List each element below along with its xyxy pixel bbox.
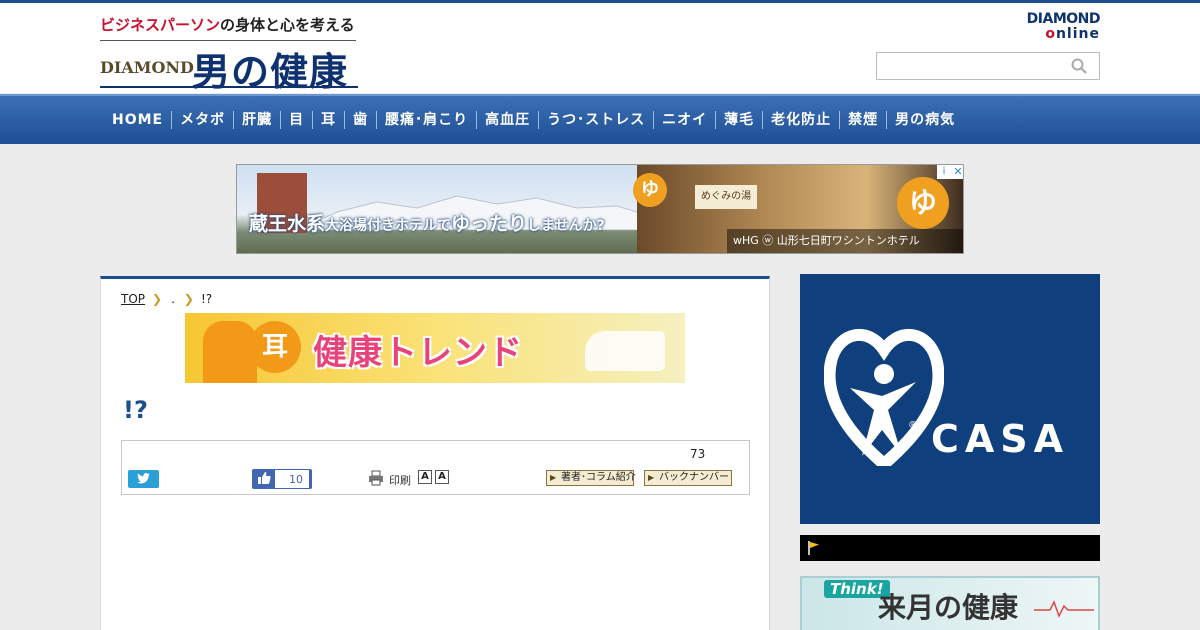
facebook-like-count: 10: [274, 469, 310, 489]
nav-item-back-shoulder[interactable]: 腰痛･肩こり: [377, 111, 478, 129]
article-headline: !?: [123, 396, 148, 424]
logo-underline: [100, 86, 358, 88]
font-size-large-button[interactable]: A: [435, 470, 449, 484]
ad-info-icon[interactable]: i: [937, 165, 951, 179]
main-navigation: HOME メタボ 肝臓 目 耳 歯 腰痛･肩こり 高血圧 うつ･ストレス ニオイ…: [0, 94, 1200, 144]
heart-figure-logo-icon: [824, 328, 944, 466]
print-label[interactable]: 印刷: [389, 472, 411, 488]
next-month-health-title: 来月の健康: [878, 591, 1019, 624]
share-count: 73: [690, 447, 706, 461]
health-trend-banner[interactable]: 耳 健康トレンド: [185, 313, 685, 383]
trend-banner-title: 健康トレンド: [313, 333, 523, 373]
tagline-highlight: ビジネスパーソン: [100, 16, 221, 34]
diamond-online-logo-line2: online: [1045, 26, 1100, 42]
facebook-like-button[interactable]: 10: [252, 469, 312, 489]
casa-sidebar-ad[interactable]: ® CASA: [800, 274, 1100, 524]
nav-item-liver[interactable]: 肝臓: [234, 111, 282, 129]
hotel-ad-banner[interactable]: ゆ めぐみの湯 ゆ 蔵王水系大浴場付きホテルでゆったりしませんか? wHG ⓦ …: [236, 164, 964, 254]
nav-item-eye[interactable]: 目: [281, 111, 314, 129]
ad-onsen-sign: めぐみの湯: [695, 185, 757, 209]
nav-items: HOME メタボ 肝臓 目 耳 歯 腰痛･肩こり 高血圧 うつ･ストレス ニオイ…: [104, 96, 963, 144]
ad-yu-badge: ゆ: [897, 177, 949, 229]
next-month-health-banner[interactable]: Think! 来月の健康: [800, 576, 1100, 630]
ad-close-icon[interactable]: ✕: [951, 165, 963, 179]
nav-item-blood-pressure[interactable]: 高血圧: [477, 111, 540, 129]
sidebar-black-bar: [800, 535, 1100, 561]
nav-item-metabo[interactable]: メタボ: [172, 111, 235, 129]
tagline-rest: の身体と心を考える: [220, 16, 355, 34]
nav-item-home[interactable]: HOME: [104, 111, 173, 129]
share-toolbar: 73 10 印刷 A A 著者･コラム紹介 バックナンバー: [121, 440, 750, 495]
ear-badge: 耳: [249, 321, 301, 373]
chevron-right-icon: ❯: [152, 292, 163, 306]
nav-item-mens-disease[interactable]: 男の病気: [887, 111, 963, 129]
breadcrumb-current: !?: [200, 292, 213, 306]
printer-icon[interactable]: [368, 470, 384, 486]
twitter-icon: [137, 473, 150, 484]
nav-item-ear[interactable]: 耳: [313, 111, 346, 129]
article-main: TOP ❯ . ❯ !? 耳 健康トレンド !? 73 10 印刷 A A ▶ …: [100, 276, 770, 630]
nav-item-anti-aging[interactable]: 老化防止: [763, 111, 841, 129]
backnumber-button[interactable]: バックナンバー: [644, 470, 732, 486]
diamond-online-logo[interactable]: DIAMOND online: [1022, 11, 1101, 42]
chevron-right-icon: ❯: [183, 292, 194, 306]
search-input[interactable]: [876, 52, 1100, 80]
author-column-button[interactable]: 著者･コラム紹介: [546, 470, 636, 486]
nav-item-stress[interactable]: うつ･ストレス: [539, 111, 655, 129]
nav-item-odor[interactable]: ニオイ: [654, 111, 717, 129]
ad-headline: 蔵王水系大浴場付きホテルでゆったりしませんか?: [249, 213, 605, 235]
registered-mark: ®: [908, 420, 918, 431]
twitter-share-button[interactable]: [128, 470, 159, 488]
site-tagline: ビジネスパーソンの身体と心を考える: [100, 14, 355, 35]
breadcrumb-mid[interactable]: .: [171, 292, 175, 306]
heartbeat-line-icon: [1034, 600, 1094, 618]
breadcrumb-top-link[interactable]: TOP: [121, 292, 145, 306]
nav-item-teeth[interactable]: 歯: [345, 111, 378, 129]
thumbs-up-icon: [258, 472, 271, 484]
site-header: ビジネスパーソンの身体と心を考える DIAMOND 男の健康 DIAMOND o…: [0, 3, 1200, 94]
stretching-figure-icon: [585, 331, 665, 371]
diamond-online-logo-line1: DIAMOND: [1026, 11, 1101, 27]
flag-icon: [808, 541, 819, 555]
ad-hotel-name: wHG ⓦ 山形七日町ワシントンホテル: [727, 229, 963, 253]
casa-logo-text: CASA: [931, 417, 1070, 461]
logo-brand[interactable]: DIAMOND: [100, 58, 194, 77]
nav-item-hair-loss[interactable]: 薄毛: [716, 111, 764, 129]
font-size-small-button[interactable]: A: [418, 470, 432, 484]
search-icon[interactable]: [1071, 58, 1087, 74]
breadcrumb: TOP ❯ . ❯ !?: [121, 292, 212, 306]
ad-yu-badge-small: ゆ: [633, 173, 667, 207]
nav-item-no-smoking[interactable]: 禁煙: [840, 111, 888, 129]
